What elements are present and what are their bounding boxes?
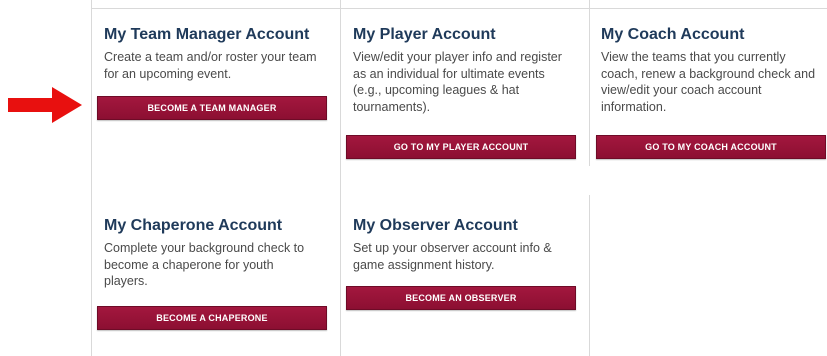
card-description: Set up your observer account info & game… (353, 241, 552, 272)
column-divider (340, 0, 341, 356)
account-options-page: My Team Manager Account Create a team an… (0, 0, 827, 356)
card-title: My Coach Account (601, 26, 745, 43)
become-team-manager-button[interactable]: BECOME A TEAM MANAGER (97, 96, 327, 120)
observer-card: My Observer Account Set up your observer… (353, 216, 583, 273)
player-card: My Player Account View/edit your player … (353, 25, 583, 115)
coach-card: My Coach Account View the teams that you… (601, 25, 823, 115)
card-description: Complete your background check to become… (104, 241, 305, 288)
card-title: My Team Manager Account (104, 26, 310, 43)
top-border (91, 8, 827, 9)
become-observer-button[interactable]: BECOME AN OBSERVER (346, 286, 576, 310)
card-description: Create a team and/or roster your team fo… (104, 50, 317, 81)
card-description: View the teams that you currently coach,… (601, 50, 816, 114)
card-title: My Chaperone Account (104, 217, 283, 234)
team-manager-card: My Team Manager Account Create a team an… (104, 25, 336, 82)
chaperone-card: My Chaperone Account Complete your backg… (104, 216, 336, 290)
card-title: My Observer Account (353, 217, 518, 234)
red-arrow-icon (8, 87, 82, 123)
card-title: My Player Account (353, 26, 496, 43)
card-description: View/edit your player info and register … (353, 50, 562, 114)
column-divider (91, 0, 92, 356)
column-divider (589, 0, 590, 166)
become-chaperone-button[interactable]: BECOME A CHAPERONE (97, 306, 327, 330)
go-to-coach-account-button[interactable]: GO TO MY COACH ACCOUNT (596, 135, 826, 159)
go-to-player-account-button[interactable]: GO TO MY PLAYER ACCOUNT (346, 135, 576, 159)
column-divider (589, 195, 590, 356)
